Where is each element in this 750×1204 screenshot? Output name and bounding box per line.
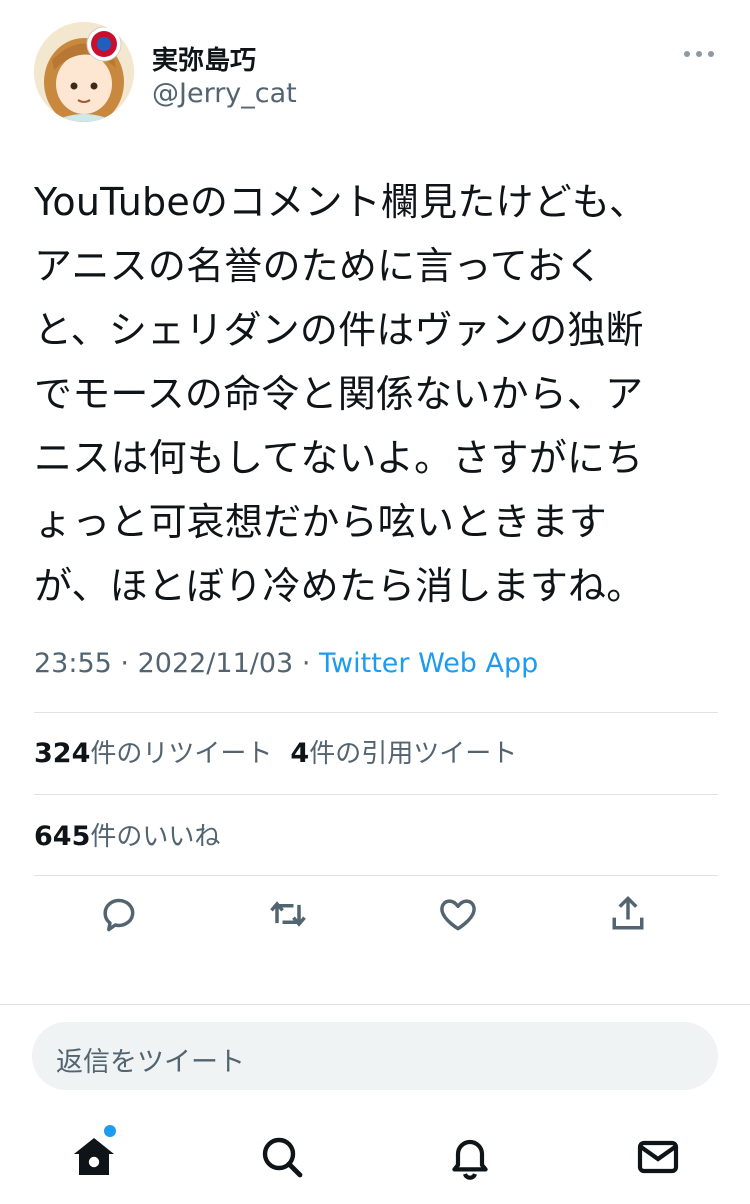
- heart-icon[interactable]: [436, 892, 480, 936]
- tweet-date[interactable]: 2022/11/03: [138, 648, 294, 679]
- mail-icon[interactable]: [634, 1133, 682, 1181]
- retweet-stats: 324件のリツイート 4件の引用ツイート: [34, 733, 517, 770]
- quotes-count: 4: [290, 738, 310, 769]
- reply-icon[interactable]: [96, 892, 140, 936]
- retweets-label: 件のリツイート: [90, 739, 273, 769]
- display-name[interactable]: 実弥島巧: [152, 40, 256, 77]
- more-dot: [684, 51, 690, 57]
- divider: [0, 1004, 750, 1005]
- reply-placeholder: 返信をツイート: [56, 1047, 245, 1078]
- divider: [34, 794, 718, 795]
- tweet-header: 実弥島巧 @Jerry_cat: [34, 22, 718, 132]
- tweet-meta: 23:55 · 2022/11/03 · Twitter Web App: [34, 648, 538, 679]
- retweets-link[interactable]: 324件のリツイート: [34, 738, 273, 769]
- user-handle[interactable]: @Jerry_cat: [152, 78, 297, 109]
- notification-dot: [104, 1125, 116, 1137]
- meta-separator: ·: [301, 648, 311, 679]
- retweets-count: 324: [34, 738, 91, 769]
- avatar[interactable]: [34, 22, 134, 122]
- search-icon[interactable]: [258, 1133, 306, 1181]
- quotes-link[interactable]: 4件の引用ツイート: [290, 738, 518, 769]
- more-dot: [696, 51, 702, 57]
- bottom-tab-bar: [0, 1125, 750, 1195]
- divider: [34, 875, 718, 876]
- divider: [34, 712, 718, 713]
- tweet-time[interactable]: 23:55: [34, 648, 112, 679]
- likes-stats[interactable]: 645件のいいね: [34, 816, 220, 853]
- meta-separator: ·: [120, 648, 129, 679]
- likes-label: 件のいいね: [90, 822, 221, 852]
- retweet-icon[interactable]: [266, 892, 310, 936]
- tweet-source-link[interactable]: Twitter Web App: [319, 648, 538, 679]
- more-dot: [708, 51, 714, 57]
- tweet-text: YouTubeのコメント欄見たけども、 アニスの名誉のために言っておく と、シェ…: [34, 180, 648, 608]
- share-icon[interactable]: [606, 892, 650, 936]
- bell-icon[interactable]: [446, 1133, 494, 1181]
- quotes-label: 件の引用ツイート: [309, 739, 518, 769]
- home-icon[interactable]: [70, 1133, 118, 1181]
- tweet-actions: [34, 892, 718, 948]
- likes-count: 645: [34, 821, 91, 852]
- reply-input[interactable]: 返信をツイート: [32, 1022, 718, 1090]
- more-horizontal-icon[interactable]: [684, 44, 714, 64]
